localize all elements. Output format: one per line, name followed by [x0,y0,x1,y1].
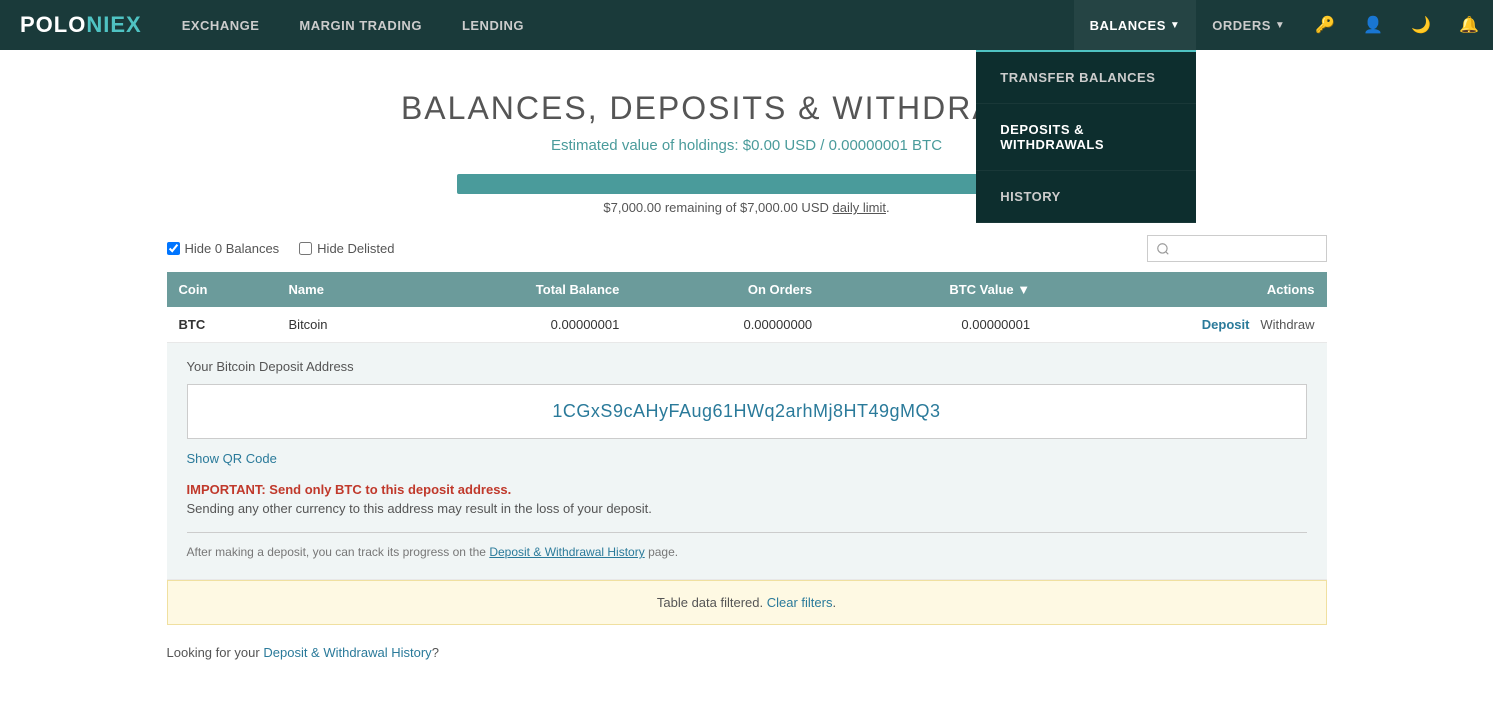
th-total-balance: Total Balance [408,272,632,307]
balances-dropdown: TRANSFER BALANCES DEPOSITS & WITHDRAWALS… [976,50,1196,223]
th-name: Name [277,272,408,307]
nav-margin-trading[interactable]: MARGIN TRADING [279,0,442,50]
cell-on-orders: 0.00000000 [631,307,824,343]
nav-right: BALANCES ▼ TRANSFER BALANCES DEPOSITS & … [1074,0,1493,50]
withdraw-link[interactable]: Withdraw [1260,317,1314,332]
dropdown-deposits-withdrawals[interactable]: DEPOSITS & WITHDRAWALS [976,104,1196,171]
important-msg: IMPORTANT: Send only BTC to this deposit… [187,482,1307,497]
cell-coin: BTC [167,307,277,343]
dropdown-history[interactable]: HISTORY [976,171,1196,223]
hide-delisted-checkbox[interactable] [299,242,312,255]
progress-bar-fill [457,174,1037,194]
withdrawal-history-link-bottom[interactable]: Deposit & Withdrawal History [263,645,431,660]
th-actions: Actions [1042,272,1326,307]
th-coin: Coin [167,272,277,307]
api-key-btn[interactable]: 🔑 [1301,0,1349,50]
deposit-address-label: Your Bitcoin Deposit Address [187,359,1307,374]
deposit-link[interactable]: Deposit [1202,317,1250,332]
balances-nav-btn[interactable]: BALANCES ▼ [1074,0,1197,50]
logo-polo: POLO [20,12,86,37]
cell-btc-value: 0.00000001 [824,307,1042,343]
logo[interactable]: POLONIEX [0,0,162,50]
table-body: BTC Bitcoin 0.00000001 0.00000000 0.0000… [167,307,1327,580]
table-header: Coin Name Total Balance On Orders BTC Va… [167,272,1327,307]
dropdown-transfer-balances[interactable]: TRANSFER BALANCES [976,52,1196,104]
nav-lending[interactable]: LENDING [442,0,544,50]
deposit-address-text[interactable]: 1CGxS9cAHyFAug61HWq2arhMj8HT49gMQ3 [552,401,940,421]
deposit-footer-text: After making a deposit, you can track it… [187,545,1307,559]
filter-notice: Table data filtered. Clear filters. [167,580,1327,625]
th-btc-value[interactable]: BTC Value ▼ [824,272,1042,307]
deposit-expanded-cell: Your Bitcoin Deposit Address 1CGxS9cAHyF… [167,343,1327,580]
balances-table: Coin Name Total Balance On Orders BTC Va… [167,272,1327,580]
cell-name: Bitcoin [277,307,408,343]
progress-bar-wrap [457,174,1037,194]
warning-text: Sending any other currency to this addre… [187,501,1307,516]
show-qr-link[interactable]: Show QR Code [187,451,277,466]
orders-arrow-icon: ▼ [1275,20,1285,31]
deposit-divider [187,532,1307,533]
cell-actions: Deposit Withdraw [1042,307,1326,343]
search-wrap [1147,235,1327,262]
table-header-row: Coin Name Total Balance On Orders BTC Va… [167,272,1327,307]
hide-delisted-label[interactable]: Hide Delisted [299,241,394,256]
nav-links: EXCHANGE MARGIN TRADING LENDING [162,0,1074,50]
bottom-link-row: Looking for your Deposit & Withdrawal Hi… [167,645,1327,660]
clear-filters-link[interactable]: Clear filters [767,595,833,610]
deposit-history-link[interactable]: Deposit & Withdrawal History [489,545,644,559]
table-row: BTC Bitcoin 0.00000001 0.00000000 0.0000… [167,307,1327,343]
hide-zero-checkbox[interactable] [167,242,180,255]
deposit-expanded-row: Your Bitcoin Deposit Address 1CGxS9cAHyF… [167,343,1327,580]
deposit-inner: Your Bitcoin Deposit Address 1CGxS9cAHyF… [167,343,1327,579]
theme-btn[interactable]: 🌙 [1397,0,1445,50]
orders-nav-btn[interactable]: ORDERS ▼ [1196,0,1301,50]
th-on-orders: On Orders [631,272,824,307]
search-input[interactable] [1147,235,1327,262]
cell-total-balance: 0.00000001 [408,307,632,343]
deposit-address-box: 1CGxS9cAHyFAug61HWq2arhMj8HT49gMQ3 [187,384,1307,439]
balances-nav-container: BALANCES ▼ TRANSFER BALANCES DEPOSITS & … [1074,0,1197,50]
progress-remaining-text: $7,000.00 remaining of $7,000.00 USD [603,200,829,215]
notifications-btn[interactable]: 🔔 [1445,0,1493,50]
progress-label: $7,000.00 remaining of $7,000.00 USD dai… [603,200,889,215]
hide-zero-label[interactable]: Hide 0 Balances [167,241,280,256]
logo-text: POLONIEX [20,12,142,38]
balances-arrow-icon: ▼ [1170,20,1180,31]
nav-exchange[interactable]: EXCHANGE [162,0,280,50]
daily-limit-link[interactable]: daily limit [833,200,886,215]
logo-niex: NIEX [86,12,141,37]
filters-row: Hide 0 Balances Hide Delisted [167,235,1327,262]
main-nav: POLONIEX EXCHANGE MARGIN TRADING LENDING… [0,0,1493,50]
user-btn[interactable]: 👤 [1349,0,1397,50]
